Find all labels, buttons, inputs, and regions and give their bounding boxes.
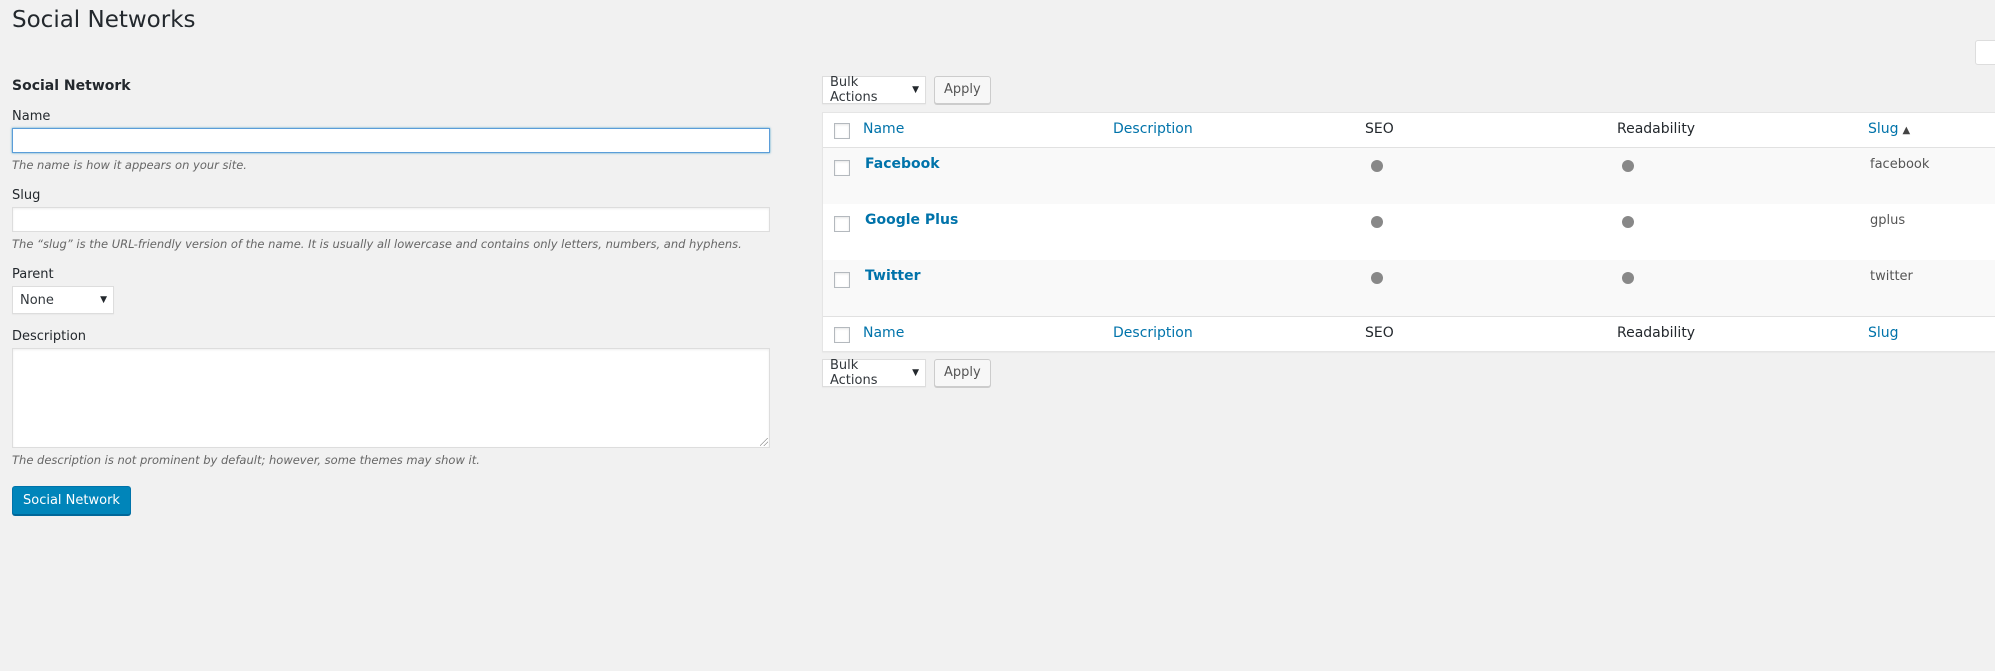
row-title-link[interactable]: Facebook	[865, 156, 940, 172]
column-footer-seo: SEO	[1365, 325, 1394, 341]
column-header-slug-label[interactable]: Slug	[1868, 121, 1899, 137]
seo-status-circle-icon	[1371, 272, 1383, 284]
resize-grip-icon[interactable]	[760, 438, 768, 446]
sort-ascending-icon: ▲	[1902, 125, 1911, 136]
name-help: The name is how it appears on your site.	[12, 158, 247, 172]
slug-label: Slug	[12, 188, 41, 203]
slug-field-group: Slug The “slug” is the URL-friendly vers…	[12, 187, 772, 252]
parent-label: Parent	[12, 267, 54, 282]
tablenav-top: Bulk Actions ▼ Apply	[822, 75, 1995, 105]
name-field-group: Name The name is how it appears on your …	[12, 108, 772, 173]
table-header-row: Name Description SEO Readability Slug ▲	[823, 113, 1995, 148]
screen-options-button[interactable]	[1975, 40, 1995, 65]
row-slug: twitter	[1870, 269, 1913, 284]
row-title-link[interactable]: Google Plus	[865, 212, 958, 228]
readability-status-circle-icon	[1622, 272, 1634, 284]
readability-status-circle-icon	[1622, 160, 1634, 172]
name-label: Name	[12, 109, 51, 124]
bulk-actions-value: Bulk Actions	[830, 75, 878, 105]
column-header-name[interactable]: Name	[863, 121, 904, 137]
table-row: Google Plus gplus	[823, 204, 1995, 260]
add-social-network-button[interactable]: Social Network	[12, 486, 131, 515]
column-header-slug[interactable]: Slug ▲	[1868, 121, 1910, 137]
table-row: Twitter twitter	[823, 260, 1995, 316]
apply-button-bottom[interactable]: Apply	[934, 359, 991, 387]
slug-help: The “slug” is the URL-friendly version o…	[12, 237, 742, 251]
seo-status-circle-icon	[1371, 160, 1383, 172]
slug-input[interactable]	[12, 207, 770, 232]
bulk-actions-select-top[interactable]: Bulk Actions ▼	[822, 75, 926, 105]
parent-field-group: Parent None ▼	[12, 266, 772, 314]
page-title: Social Networks	[12, 7, 196, 33]
table-row: Facebook facebook	[823, 148, 1995, 204]
row-checkbox[interactable]	[834, 160, 850, 176]
readability-status-circle-icon	[1622, 216, 1634, 228]
description-label: Description	[12, 329, 87, 344]
row-title-link[interactable]: Twitter	[865, 268, 921, 284]
select-all-checkbox-footer[interactable]	[834, 327, 850, 343]
apply-button-top[interactable]: Apply	[934, 76, 991, 104]
description-textarea[interactable]	[12, 348, 770, 448]
form-heading: Social Network	[12, 78, 131, 94]
row-checkbox[interactable]	[834, 216, 850, 232]
row-checkbox[interactable]	[834, 272, 850, 288]
name-input[interactable]	[12, 128, 770, 153]
tablenav-bottom: Bulk Actions ▼ Apply	[822, 358, 1995, 388]
column-header-description[interactable]: Description	[1113, 121, 1193, 137]
social-networks-list: Bulk Actions ▼ Apply Name Description SE…	[822, 75, 1995, 388]
column-footer-slug[interactable]: Slug	[1868, 325, 1899, 341]
column-header-seo: SEO	[1365, 121, 1394, 137]
parent-selected-value: None	[20, 292, 54, 308]
column-footer-name[interactable]: Name	[863, 325, 904, 341]
row-slug: gplus	[1870, 213, 1906, 228]
list-table: Name Description SEO Readability Slug ▲ F…	[822, 112, 1995, 352]
chevron-down-icon: ▼	[100, 295, 107, 305]
column-footer-description[interactable]: Description	[1113, 325, 1193, 341]
table-footer-row: Name Description SEO Readability Slug	[823, 316, 1995, 351]
bulk-actions-value: Bulk Actions	[830, 358, 878, 388]
chevron-down-icon: ▼	[912, 85, 919, 95]
seo-status-circle-icon	[1371, 216, 1383, 228]
add-social-network-form: Social Network Name The name is how it a…	[12, 76, 772, 515]
column-footer-readability: Readability	[1617, 325, 1696, 341]
bulk-actions-select-bottom[interactable]: Bulk Actions ▼	[822, 358, 926, 388]
description-field-group: Description The description is not promi…	[12, 328, 772, 468]
row-slug: facebook	[1870, 157, 1930, 172]
parent-select[interactable]: None ▼	[12, 286, 114, 314]
select-all-checkbox[interactable]	[834, 123, 850, 139]
description-help: The description is not prominent by defa…	[12, 453, 480, 467]
chevron-down-icon: ▼	[912, 368, 919, 378]
column-header-readability: Readability	[1617, 121, 1696, 137]
